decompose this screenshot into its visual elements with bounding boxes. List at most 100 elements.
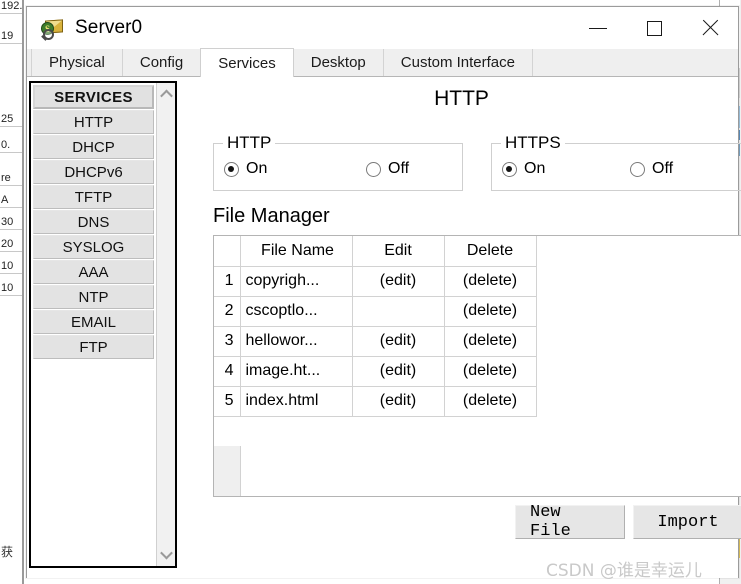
services-sidebar: SERVICES HTTP DHCP DHCPv6 TFTP DNS SYSLO… <box>29 81 177 568</box>
delete-link[interactable]: (delete) <box>444 296 537 327</box>
background-left-fragment: re <box>0 172 22 186</box>
row-index: 5 <box>214 386 241 417</box>
file-manager-panel: File Name Edit Delete 1 copyrigh... (edi… <box>213 235 741 497</box>
http-group-legend: HTTP <box>227 133 272 152</box>
background-left-fragment: 192.168.30.254 <box>0 0 23 14</box>
tab-bar: Physical Config Services Desktop Custom … <box>27 48 738 77</box>
sidebar-item-http[interactable]: HTTP <box>33 110 154 134</box>
delete-link[interactable]: (delete) <box>444 386 537 417</box>
tab-services[interactable]: Services <box>200 48 294 77</box>
services-content-pane: HTTP HTTP On Off HTTPS On Off File Manag… <box>185 77 741 578</box>
sidebar-item-aaa[interactable]: AAA <box>33 260 154 284</box>
sidebar-item-dhcp[interactable]: DHCP <box>33 135 154 159</box>
sidebar-item-dhcpv6[interactable]: DHCPv6 <box>33 160 154 184</box>
sidebar-item-dns[interactable]: DNS <box>33 210 154 234</box>
column-delete: Delete <box>444 236 537 267</box>
http-off-label: Off <box>388 160 410 177</box>
edit-link[interactable]: (edit) <box>352 386 445 417</box>
close-button[interactable] <box>682 7 738 49</box>
edit-link[interactable]: (edit) <box>352 356 445 387</box>
radio-selected-icon <box>224 161 239 177</box>
file-action-buttons: New File Import <box>515 503 741 541</box>
edit-link <box>352 296 445 327</box>
file-manager-title: File Manager <box>213 205 330 227</box>
radio-selected-icon <box>502 161 517 177</box>
page-title: HTTP <box>434 87 489 110</box>
background-left-fragment: 0. <box>0 139 22 153</box>
http-on-label: On <box>246 160 268 177</box>
window-titlebar[interactable]: S Server0 <box>27 7 738 49</box>
window-body: SERVICES HTTP DHCP DHCPv6 TFTP DNS SYSLO… <box>27 77 741 578</box>
chevron-down-icon <box>160 546 173 560</box>
background-left-panel: 192.168.30.254 19 25 0. re A 30 20 10 10… <box>0 0 24 584</box>
row-index: 2 <box>214 296 241 327</box>
edit-link[interactable]: (edit) <box>352 266 445 297</box>
background-left-fragment: 30 <box>0 216 22 230</box>
close-icon <box>701 19 719 37</box>
sidebar-item-tftp[interactable]: TFTP <box>33 185 154 209</box>
edit-link[interactable]: (edit) <box>352 326 445 357</box>
server-magnifier-icon: S <box>41 16 65 41</box>
chevron-up-icon <box>160 89 173 103</box>
background-left-tail-text: 获 <box>1 545 14 559</box>
maximize-icon <box>646 20 662 36</box>
https-on-label: On <box>524 160 546 177</box>
https-off-label: Off <box>652 160 674 177</box>
background-left-fragment: 10 <box>0 282 22 296</box>
column-index <box>214 236 241 267</box>
protocol-toggle-row: HTTP On Off HTTPS On Off <box>213 133 741 191</box>
table-row[interactable]: 5 index.html (edit) (delete) <box>214 386 537 417</box>
background-left-fragment: A <box>0 194 22 208</box>
table-row[interactable]: 3 hellowor... (edit) (delete) <box>214 326 537 357</box>
row-index: 1 <box>214 266 241 297</box>
https-group: HTTPS On Off <box>491 133 741 191</box>
file-name-cell[interactable]: hellowor... <box>240 326 353 357</box>
sidebar-item-email[interactable]: EMAIL <box>33 310 154 334</box>
maximize-button[interactable] <box>626 7 682 49</box>
sidebar-item-ftp[interactable]: FTP <box>33 335 154 359</box>
file-name-cell[interactable]: index.html <box>240 386 353 417</box>
tab-config[interactable]: Config <box>121 49 202 76</box>
background-left-fragment: 25 <box>0 113 22 127</box>
table-row[interactable]: 4 image.ht... (edit) (delete) <box>214 356 537 387</box>
file-name-cell[interactable]: copyrigh... <box>240 266 353 297</box>
http-on-radio[interactable]: On <box>224 160 356 178</box>
minimize-icon <box>589 27 607 29</box>
delete-link[interactable]: (delete) <box>444 326 537 357</box>
scroll-down-button[interactable] <box>157 545 175 564</box>
server-device-window: S Server0 Physical Config Services Deskt… <box>26 6 741 578</box>
window-controls <box>570 7 738 49</box>
http-group: HTTP On Off <box>213 133 463 191</box>
background-left-fragment: 19 <box>0 30 22 44</box>
sidebar-header-services: SERVICES <box>33 85 154 109</box>
delete-link[interactable]: (delete) <box>444 356 537 387</box>
row-index: 3 <box>214 326 241 357</box>
https-off-radio[interactable]: Off <box>630 160 673 178</box>
new-file-button[interactable]: New File <box>515 503 625 541</box>
radio-empty-icon <box>630 161 645 177</box>
minimize-button[interactable] <box>570 7 626 49</box>
table-row[interactable]: 2 cscoptlo... (delete) <box>214 296 537 327</box>
tab-custom-interface[interactable]: Custom Interface <box>382 49 533 76</box>
tab-physical[interactable]: Physical <box>31 49 123 76</box>
background-left-fragment: 20 <box>0 238 22 252</box>
delete-link[interactable]: (delete) <box>444 266 537 297</box>
file-table: File Name Edit Delete 1 copyrigh... (edi… <box>214 236 537 417</box>
column-file-name: File Name <box>240 236 353 267</box>
sidebar-item-ntp[interactable]: NTP <box>33 285 154 309</box>
import-button[interactable]: Import <box>633 505 741 539</box>
sidebar-item-syslog[interactable]: SYSLOG <box>33 235 154 259</box>
table-row[interactable]: 1 copyrigh... (edit) (delete) <box>214 266 537 297</box>
https-on-radio[interactable]: On <box>502 160 620 178</box>
http-off-radio[interactable]: Off <box>366 160 409 178</box>
sidebar-scrollbar[interactable] <box>156 83 175 566</box>
column-edit: Edit <box>352 236 445 267</box>
file-name-cell[interactable]: cscoptlo... <box>240 296 353 327</box>
row-index: 4 <box>214 356 241 387</box>
tab-desktop[interactable]: Desktop <box>292 49 384 76</box>
services-list: SERVICES HTTP DHCP DHCPv6 TFTP DNS SYSLO… <box>31 83 156 566</box>
https-group-legend: HTTPS <box>505 133 561 152</box>
file-name-cell[interactable]: image.ht... <box>240 356 353 387</box>
background-left-fragment: 10 <box>0 260 22 274</box>
scroll-up-button[interactable] <box>157 85 175 104</box>
